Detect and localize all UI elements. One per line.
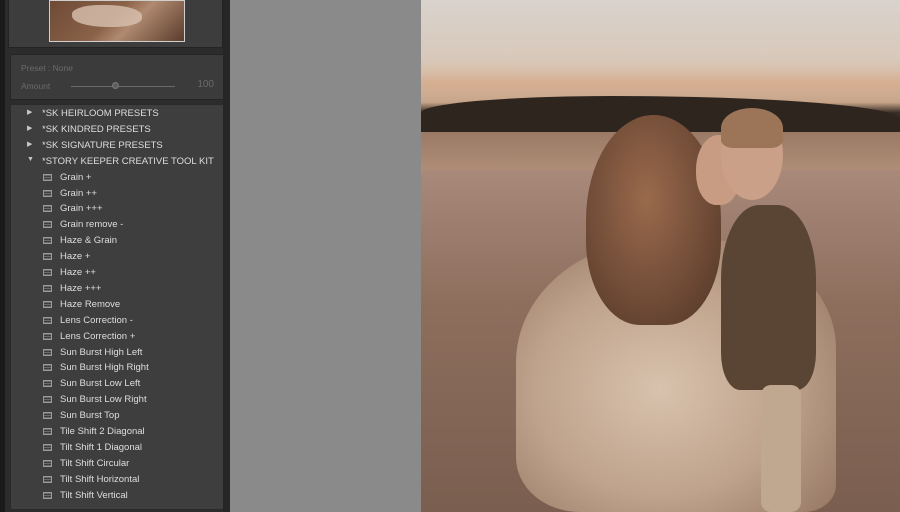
preset-file-icon (43, 348, 52, 356)
preset-item-label: Sun Burst Top (60, 410, 120, 422)
amount-slider[interactable] (71, 86, 175, 87)
preset-item-label: Haze +++ (60, 282, 102, 294)
preset-item-label: Lens Correction - (60, 314, 133, 326)
preset-item-label: Tilt Shift Horizontal (60, 473, 140, 485)
photo-child-body (721, 205, 816, 390)
preset-item[interactable]: Haze +++ (11, 282, 223, 298)
triangle-down-icon[interactable]: ▼ (27, 156, 34, 163)
amount-label: Amount (21, 81, 51, 91)
left-panel: Preset : None Amount 100 ▶ *SK HEIRLOOM P… (0, 0, 230, 512)
preset-item[interactable]: Haze + (11, 250, 223, 266)
presets-list: ▶ *SK HEIRLOOM PRESETS ▶ *SK KINDRED PRESET… (10, 104, 224, 510)
preset-item[interactable]: Sun Burst Low Right (11, 393, 223, 409)
preset-item-label: Tilt Shift 1 Diagonal (60, 441, 143, 453)
navigator-thumbnail[interactable] (49, 0, 185, 42)
preset-item[interactable]: Haze & Grain (11, 234, 223, 250)
preset-file-icon (43, 284, 52, 292)
preset-item[interactable]: Grain +++ (11, 202, 223, 218)
preset-item-label: Haze Remove (60, 298, 121, 310)
preset-item-label: Grain remove - (60, 219, 124, 231)
preset-file-icon (43, 205, 52, 213)
photo-child-hair (721, 108, 783, 148)
preset-folder-label: *SK HEIRLOOM PRESETS (42, 108, 159, 119)
preset-file-icon (43, 237, 52, 245)
preset-item[interactable]: Sun Burst Low Left (11, 377, 223, 393)
preset-file-icon (43, 412, 52, 420)
preset-file-icon (43, 300, 52, 308)
preset-item[interactable]: Haze Remove (11, 298, 223, 314)
preset-file-icon (43, 475, 52, 483)
preset-file-icon (43, 443, 52, 451)
preset-item[interactable]: Lens Correction - (11, 314, 223, 330)
preset-folder[interactable]: ▼ *STORY KEEPER CREATIVE TOOL KIT (11, 155, 223, 171)
photo-sky (421, 60, 900, 100)
preset-item-label: Tile Shift 2 Diagonal (60, 426, 145, 437)
preset-item[interactable]: Tilt Shift Vertical (11, 489, 223, 505)
preset-file-icon (43, 396, 52, 404)
preset-file-icon (43, 364, 52, 372)
preset-item-label: Sun Burst High Left (60, 346, 143, 358)
preset-folder[interactable]: ▶ *SK SIGNATURE PRESETS (11, 139, 223, 155)
preset-item[interactable]: Sun Burst High Left (11, 346, 223, 362)
preset-item[interactable]: Haze ++ (11, 266, 223, 282)
preset-item-label: Sun Burst Low Right (60, 394, 147, 406)
preset-folder-label: *SK KINDRED PRESETS (42, 123, 151, 135)
preset-item-label: Tilt Shift Circular (60, 457, 130, 469)
preset-item[interactable]: Sun Burst Top (11, 409, 223, 425)
preset-folder-label: *SK SIGNATURE PRESETS (42, 139, 163, 151)
amount-slider-thumb[interactable] (112, 82, 119, 89)
preset-item-label: Lens Correction + (60, 330, 136, 342)
preset-file-icon (43, 332, 52, 340)
preset-folder[interactable]: ▶ *SK KINDRED PRESETS (11, 123, 223, 139)
navigator-panel (8, 0, 223, 48)
preset-file-icon (43, 253, 52, 261)
preset-file-icon (43, 491, 52, 499)
preset-file-icon (43, 428, 52, 435)
preset-item-label: Haze + (60, 251, 91, 263)
preset-item-label: Sun Burst Low Left (60, 378, 141, 390)
preset-item[interactable]: Sun Burst High Right (11, 361, 223, 377)
panel-edge (0, 0, 5, 512)
preset-file-icon (43, 269, 52, 276)
preset-item-label: Sun Burst High Right (60, 362, 149, 374)
preset-file-icon (43, 173, 52, 181)
triangle-right-icon[interactable]: ▶ (27, 108, 32, 116)
triangle-right-icon[interactable]: ▶ (27, 140, 32, 148)
triangle-right-icon[interactable]: ▶ (27, 124, 32, 132)
preset-item-label: Haze & Grain (60, 235, 118, 247)
preset-item[interactable]: Grain ++ (11, 187, 223, 203)
canvas-background (230, 0, 421, 512)
preset-item-label: Haze ++ (60, 267, 96, 278)
preset-item[interactable]: Tile Shift 2 Diagonal (11, 425, 223, 441)
main-photo (421, 0, 900, 512)
preset-item-label: Grain ++ (60, 187, 97, 199)
preset-file-icon (43, 459, 52, 467)
preset-status-label: Preset : None (21, 63, 73, 73)
preset-folder-label: *STORY KEEPER CREATIVE TOOL KIT (42, 155, 214, 167)
preset-file-icon (43, 316, 52, 324)
preset-item[interactable]: Tilt Shift 1 Diagonal (11, 441, 223, 457)
preset-item-label: Tilt Shift Vertical (60, 489, 128, 501)
preset-item[interactable]: Tilt Shift Horizontal (11, 473, 223, 489)
preset-item[interactable]: Grain + (11, 171, 223, 187)
thumbnail-subject (72, 5, 142, 27)
preset-file-icon (43, 380, 52, 388)
panel-gutter (223, 0, 230, 512)
preset-folder[interactable]: ▶ *SK HEIRLOOM PRESETS (11, 107, 223, 123)
preset-item-label: Grain + (60, 171, 92, 183)
preset-file-icon (43, 189, 52, 197)
preset-item[interactable]: Lens Correction + (11, 330, 223, 346)
amount-value: 100 (197, 79, 214, 90)
photo-child-legs (761, 385, 801, 512)
preset-amount-panel: Preset : None Amount 100 (10, 54, 224, 100)
preset-item[interactable]: Tilt Shift Circular (11, 457, 223, 473)
preset-file-icon (43, 221, 52, 229)
preset-item-label: Grain +++ (60, 203, 103, 215)
preset-item[interactable]: Grain remove - (11, 218, 223, 234)
